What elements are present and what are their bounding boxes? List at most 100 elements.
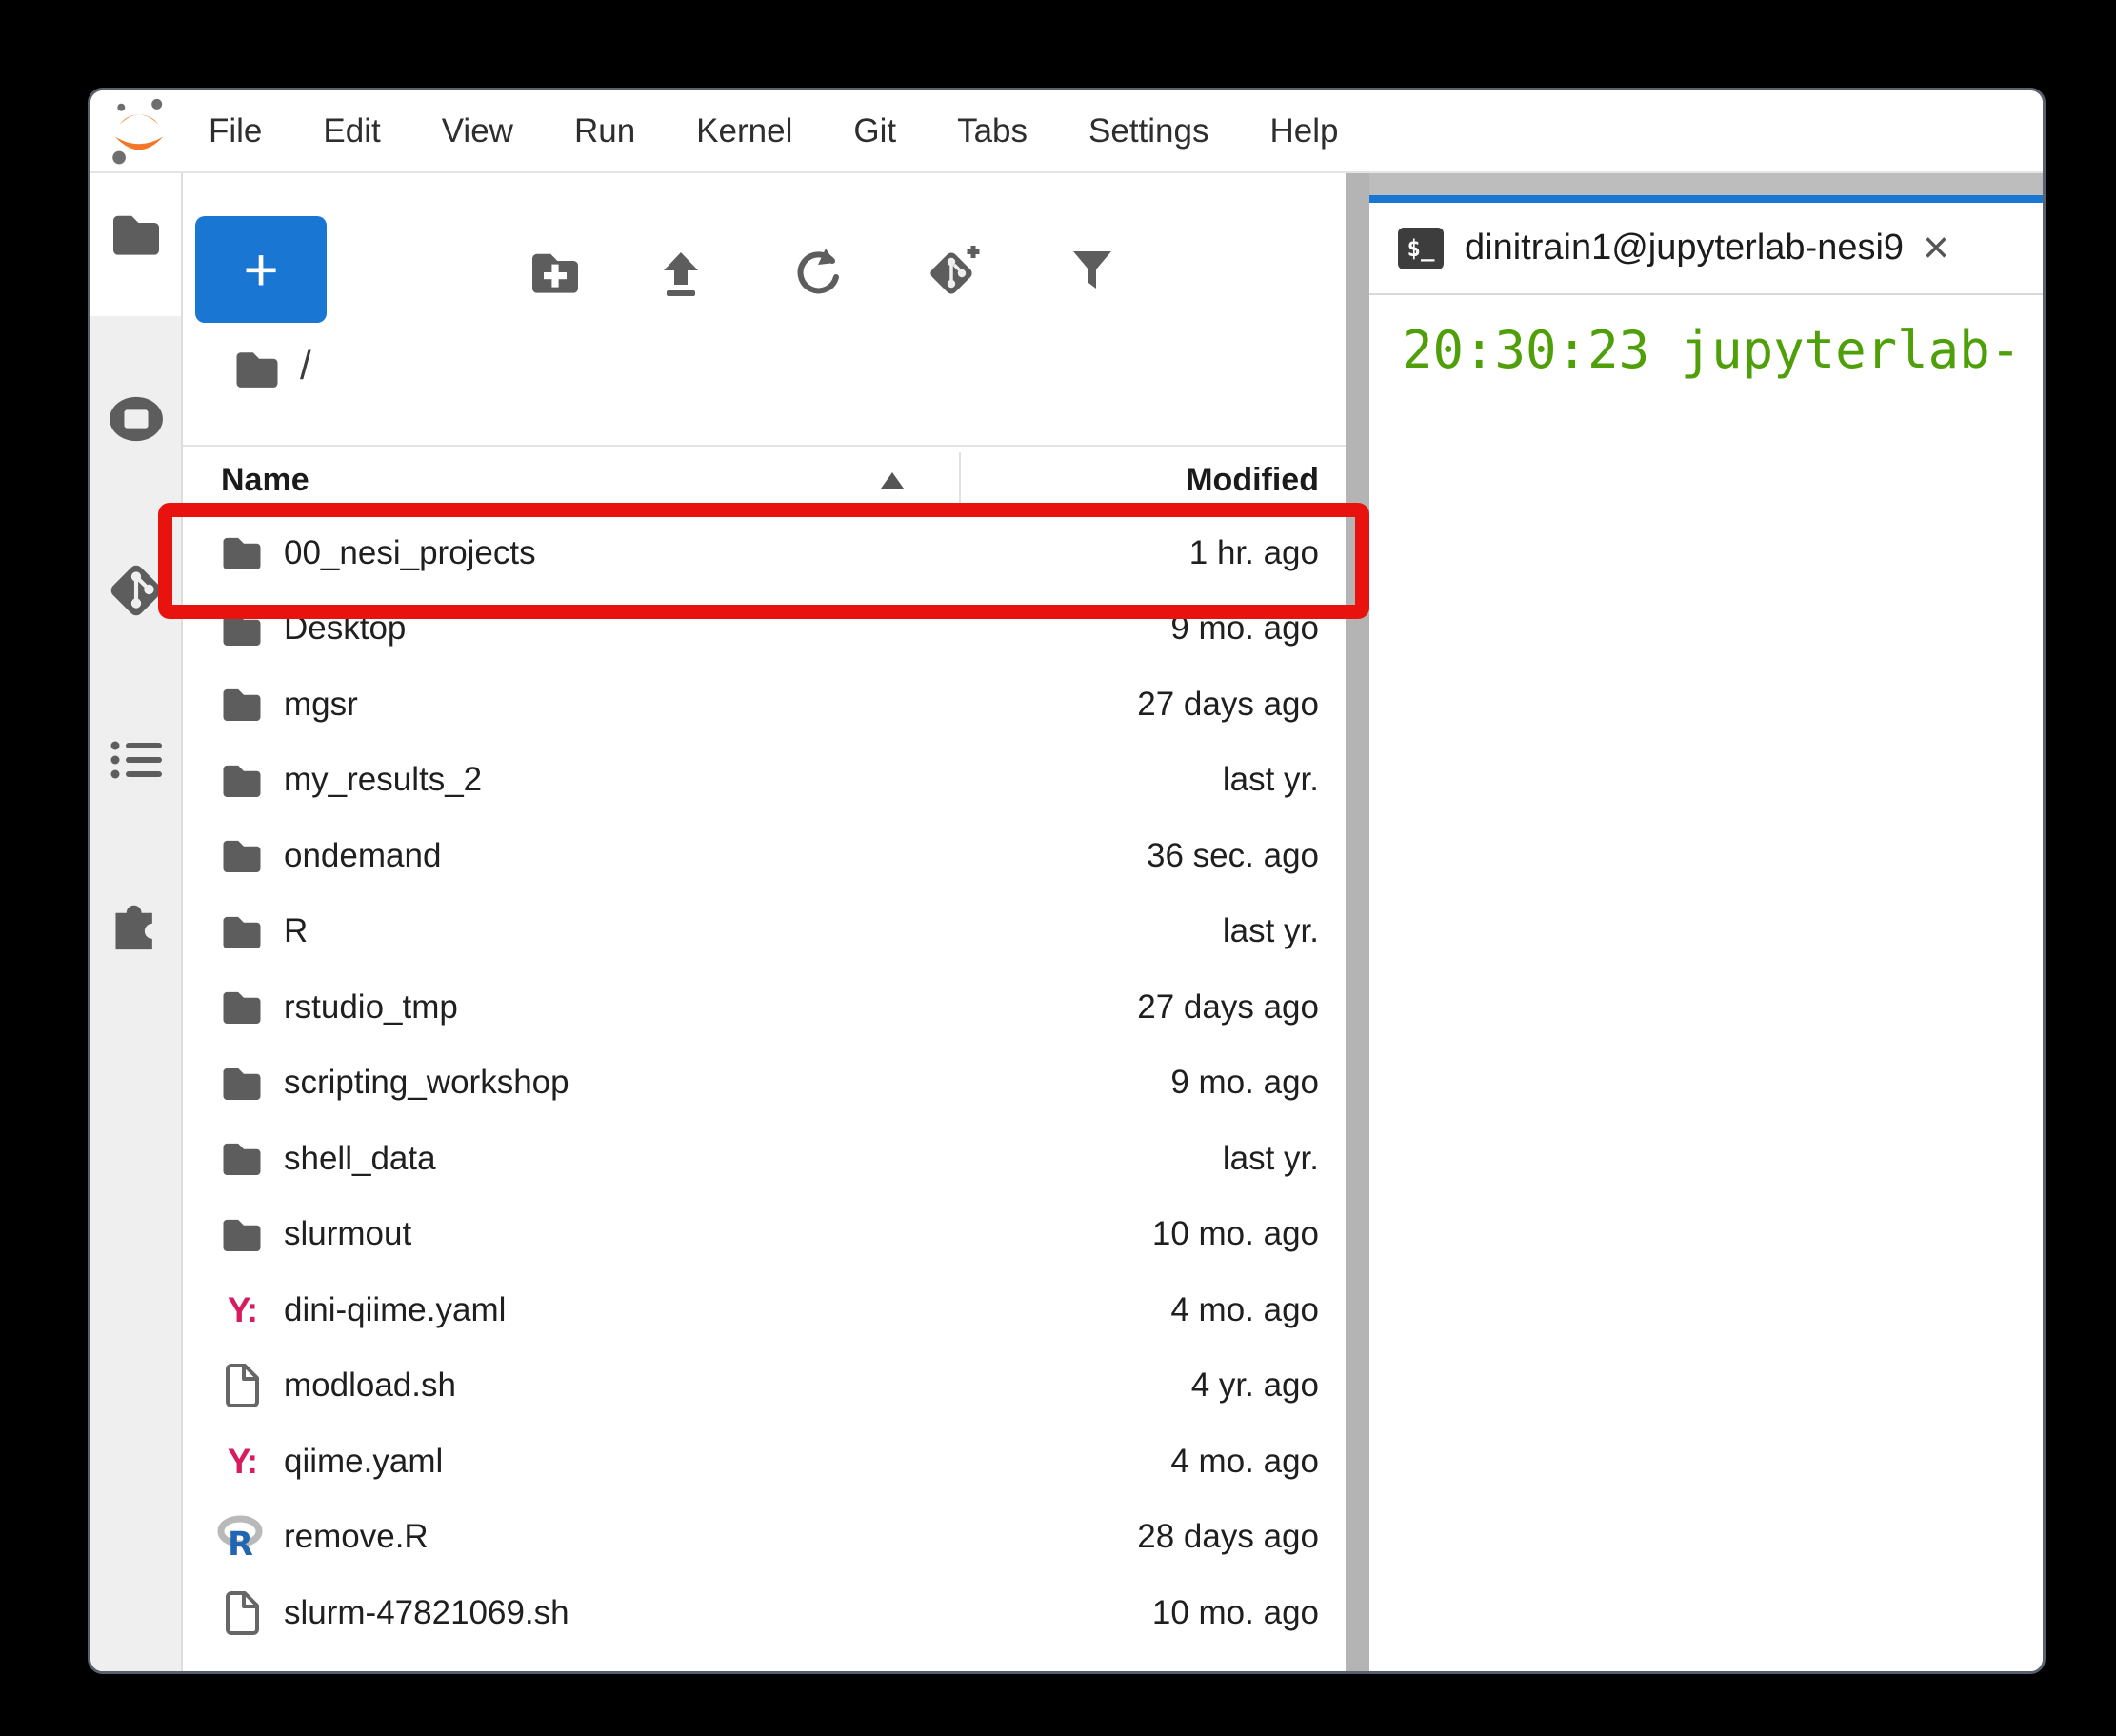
file-name: scripting_workshop bbox=[284, 1064, 1170, 1102]
folder-icon bbox=[217, 1216, 267, 1253]
file-row[interactable]: slurm-47821069.sh10 mo. ago bbox=[183, 1575, 1346, 1651]
folder-icon bbox=[233, 349, 281, 394]
file-name: 00_nesi_projects bbox=[284, 534, 1189, 572]
menu-item-settings[interactable]: Settings bbox=[1058, 112, 1239, 150]
file-name: slurm-47821069.sh bbox=[284, 1594, 1152, 1632]
menu-item-help[interactable]: Help bbox=[1239, 112, 1368, 150]
folder-icon bbox=[217, 1065, 267, 1102]
upload-icon bbox=[654, 246, 708, 304]
file-modified: 27 days ago bbox=[1137, 988, 1319, 1027]
file-modified: 36 sec. ago bbox=[1147, 837, 1319, 875]
git-clone-icon bbox=[926, 244, 983, 306]
new-folder-button[interactable] bbox=[528, 247, 583, 302]
file-name: my_results_2 bbox=[284, 761, 1223, 799]
file-name: slurmout bbox=[284, 1215, 1152, 1253]
file-modified: 9 mo. ago bbox=[1170, 1064, 1319, 1102]
folder-icon bbox=[217, 913, 267, 950]
column-header-modified[interactable]: Modified bbox=[1186, 447, 1319, 513]
file-modified: last yr. bbox=[1223, 1140, 1319, 1178]
refresh-icon bbox=[790, 246, 844, 304]
close-icon[interactable]: × bbox=[1923, 226, 1949, 271]
file-row[interactable]: Desktop9 mo. ago bbox=[183, 591, 1346, 668]
svg-text:R: R bbox=[228, 1526, 253, 1560]
upload-button[interactable] bbox=[653, 247, 709, 302]
folder-icon bbox=[217, 686, 267, 723]
file-row[interactable]: shell_datalast yr. bbox=[183, 1121, 1346, 1197]
menu-item-view[interactable]: View bbox=[411, 112, 544, 150]
file-row[interactable]: modload.sh4 yr. ago bbox=[183, 1348, 1346, 1425]
breadcrumb[interactable]: / bbox=[233, 349, 311, 394]
filter-button[interactable] bbox=[1065, 247, 1120, 302]
terminal-icon: $_ bbox=[1398, 228, 1444, 269]
sidebar-item-git[interactable] bbox=[90, 562, 181, 624]
menu-item-file[interactable]: File bbox=[178, 112, 292, 150]
jupyterlab-window: FileEditViewRunKernelGitTabsSettingsHelp bbox=[88, 88, 2046, 1674]
list-icon bbox=[110, 737, 163, 788]
file-row[interactable]: Y: dini-qiime.yaml4 mo. ago bbox=[183, 1272, 1346, 1348]
file-row[interactable]: Rremove.R28 days ago bbox=[183, 1500, 1346, 1576]
menu-item-tabs[interactable]: Tabs bbox=[927, 112, 1058, 150]
screenshot-stage: FileEditViewRunKernelGitTabsSettingsHelp bbox=[0, 0, 2116, 1736]
file-name: mgsr bbox=[284, 686, 1137, 724]
file-icon bbox=[217, 1590, 267, 1636]
sort-ascending-icon[interactable] bbox=[881, 472, 904, 489]
folder-icon bbox=[217, 610, 267, 648]
file-list-header: Name Modified bbox=[183, 447, 1346, 515]
sidebar-item-extensions[interactable] bbox=[90, 893, 181, 957]
column-divider bbox=[959, 452, 961, 508]
file-row[interactable]: Y:qiime.yaml4 mo. ago bbox=[183, 1424, 1346, 1500]
folder-icon bbox=[217, 837, 267, 874]
file-modified: 1 hr. ago bbox=[1189, 534, 1319, 572]
file-list: 00_nesi_projects1 hr. agoDesktop9 mo. ag… bbox=[183, 515, 1346, 1671]
menu-item-edit[interactable]: Edit bbox=[292, 112, 410, 150]
file-row[interactable]: rstudio_tmp27 days ago bbox=[183, 969, 1346, 1046]
filter-icon bbox=[1069, 248, 1115, 302]
file-row[interactable]: my_results_2last yr. bbox=[183, 743, 1346, 819]
folder-icon bbox=[217, 534, 267, 571]
folder-icon bbox=[217, 762, 267, 799]
file-name: ondemand bbox=[284, 837, 1147, 875]
file-name: dini-qiime.yaml bbox=[284, 1291, 1170, 1329]
menu-item-kernel[interactable]: Kernel bbox=[666, 112, 823, 150]
file-modified: 10 mo. ago bbox=[1152, 1215, 1319, 1253]
file-modified: 28 days ago bbox=[1137, 1518, 1319, 1556]
tab-bar: $_ dinitrain1@jupyterlab-nesi9 × bbox=[1369, 173, 2043, 295]
refresh-button[interactable] bbox=[789, 247, 845, 302]
file-row[interactable]: slurmout10 mo. ago bbox=[183, 1197, 1346, 1273]
file-row[interactable]: scripting_workshop9 mo. ago bbox=[183, 1046, 1346, 1122]
file-modified: 9 mo. ago bbox=[1170, 609, 1319, 648]
file-modified: 27 days ago bbox=[1137, 686, 1319, 724]
terminal-tab-title: dinitrain1@jupyterlab-nesi9 bbox=[1465, 228, 1904, 269]
panel-splitter[interactable] bbox=[1346, 173, 1369, 1671]
yaml-icon: Y: bbox=[217, 1290, 267, 1330]
menu-bar: FileEditViewRunKernelGitTabsSettingsHelp bbox=[90, 90, 2043, 173]
file-modified: last yr. bbox=[1223, 761, 1319, 799]
stop-circle-icon bbox=[107, 394, 166, 449]
file-icon bbox=[217, 1363, 267, 1408]
folder-icon bbox=[217, 988, 267, 1026]
column-header-name[interactable]: Name bbox=[221, 447, 309, 513]
main-content: + bbox=[90, 173, 2043, 1671]
yaml-icon: Y: bbox=[217, 1442, 267, 1482]
new-launcher-button[interactable]: + bbox=[195, 216, 327, 323]
file-row[interactable]: Rlast yr. bbox=[183, 894, 1346, 970]
file-name: modload.sh bbox=[284, 1367, 1191, 1405]
menu-item-run[interactable]: Run bbox=[544, 112, 666, 150]
file-browser-panel: + bbox=[183, 173, 1346, 1671]
folder-icon bbox=[217, 1140, 267, 1177]
file-modified: 10 mo. ago bbox=[1152, 1594, 1319, 1632]
sidebar-item-running-sessions[interactable] bbox=[90, 394, 181, 449]
sidebar-item-file-browser[interactable] bbox=[90, 211, 181, 262]
git-clone-button[interactable] bbox=[927, 247, 982, 302]
terminal-tab[interactable]: $_ dinitrain1@jupyterlab-nesi9 × bbox=[1369, 195, 2043, 293]
jupyter-logo-icon bbox=[108, 97, 170, 166]
file-modified: 4 mo. ago bbox=[1170, 1291, 1319, 1329]
file-row[interactable]: ondemand36 sec. ago bbox=[183, 818, 1346, 894]
file-row-highlighted[interactable]: 00_nesi_projects1 hr. ago bbox=[183, 515, 1346, 591]
file-row[interactable]: mgsr27 days ago bbox=[183, 667, 1346, 743]
menu-item-git[interactable]: Git bbox=[823, 112, 927, 150]
terminal-output[interactable]: 20:30:23 jupyterlab- bbox=[1369, 295, 2043, 1671]
sidebar-item-table-of-contents[interactable] bbox=[90, 737, 181, 788]
r-icon: R bbox=[217, 1515, 267, 1560]
puzzle-icon bbox=[109, 893, 164, 957]
